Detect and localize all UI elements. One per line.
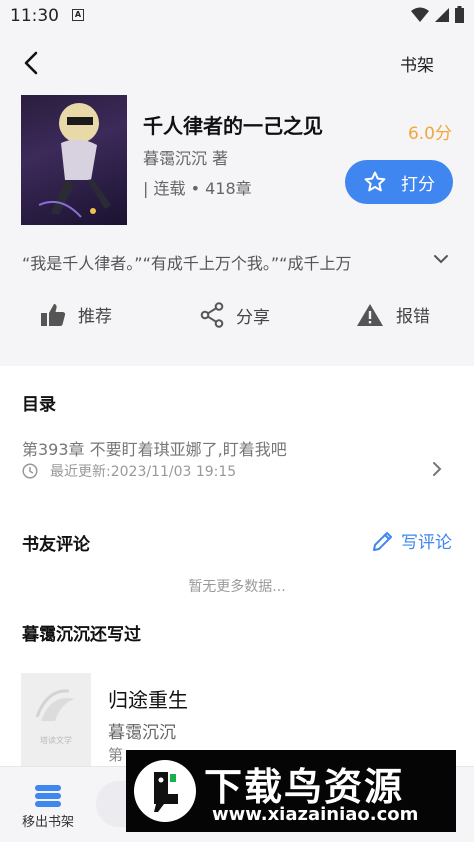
other-book-meta: 第 <box>108 746 124 764</box>
cover-art-icon <box>38 103 111 218</box>
remove-shelf-label: 移出书架 <box>21 815 74 830</box>
book-cover[interactable] <box>21 95 127 225</box>
recommend-button[interactable]: 推荐 <box>40 302 112 327</box>
book-info-section: 千人律者的一己之见 暮霭沉沉 著 | 连载 • 418章 6.0分 打分 “我是… <box>0 94 474 366</box>
share-icon <box>200 302 224 328</box>
watermark: 下载鸟资源 www.xiazainiao.com <box>126 750 456 832</box>
cover-placeholder-text: 塔读文学 <box>40 736 72 745</box>
reviews-empty-note: 暂无更多数据... <box>188 579 286 595</box>
book-author[interactable]: 暮霭沉沉 著 <box>143 145 228 169</box>
signal-icon <box>435 7 449 22</box>
top-bar: 书架 <box>0 32 474 94</box>
book-rating: 6.0分 <box>407 124 452 144</box>
write-review-label: 写评论 <box>401 533 452 553</box>
star-icon <box>364 171 386 192</box>
other-book-cover[interactable]: 塔读文学 <box>21 673 91 768</box>
status-bar: 11:30 A <box>0 0 474 32</box>
battery-icon <box>455 6 464 23</box>
back-icon[interactable] <box>18 48 48 78</box>
recommend-label: 推荐 <box>78 307 112 327</box>
reviews-title: 书友评论 <box>22 535 90 555</box>
share-label: 分享 <box>236 307 270 328</box>
other-book-title[interactable]: 归途重生 <box>108 684 188 713</box>
last-update: 最近更新:2023/11/03 19:15 <box>22 461 236 481</box>
watermark-title: 下载鸟资源 <box>204 765 405 809</box>
shelf-link[interactable]: 书架 <box>400 51 434 76</box>
bird-logo-icon <box>134 760 196 822</box>
toc-title: 目录 <box>22 395 56 415</box>
last-update-text: 最近更新:2023/11/03 19:15 <box>50 464 237 480</box>
rate-button[interactable]: 打分 <box>345 160 453 204</box>
chevron-down-icon[interactable] <box>432 250 450 268</box>
book-intro[interactable]: “我是千人律者。”“有成千上万个我。”“成千上万 <box>22 250 412 274</box>
thumbs-up-icon <box>41 303 66 326</box>
book-meta: | 连载 • 418章 <box>143 179 252 198</box>
report-label: 报错 <box>396 307 430 327</box>
status-time: 11:30 <box>10 6 59 26</box>
watermark-url: www.xiazainiao.com <box>212 804 419 825</box>
notification-icon: A <box>72 9 84 21</box>
warning-icon <box>357 303 383 326</box>
status-icons <box>411 6 464 23</box>
report-button[interactable]: 报错 <box>356 302 430 327</box>
book-title: 千人律者的一己之见 <box>143 114 323 138</box>
pencil-icon <box>373 531 392 551</box>
other-book-author: 暮霭沉沉 <box>108 723 176 743</box>
placeholder-logo-icon <box>35 689 75 721</box>
wifi-icon <box>411 7 429 22</box>
latest-chapter[interactable]: 第393章 不要盯着琪亚娜了,盯着我吧 <box>22 436 287 460</box>
author-works-title: 暮霭沉沉还写过 <box>22 625 141 645</box>
share-button[interactable]: 分享 <box>200 302 270 328</box>
remove-from-shelf-button[interactable]: 移出书架 <box>14 783 82 830</box>
chevron-right-icon[interactable] <box>428 460 446 478</box>
action-row: 推荐 分享 报错 <box>0 302 474 338</box>
rate-label: 打分 <box>401 174 435 195</box>
write-review-button[interactable]: 写评论 <box>371 528 452 553</box>
clock-icon <box>22 463 38 479</box>
stack-icon <box>35 785 61 807</box>
